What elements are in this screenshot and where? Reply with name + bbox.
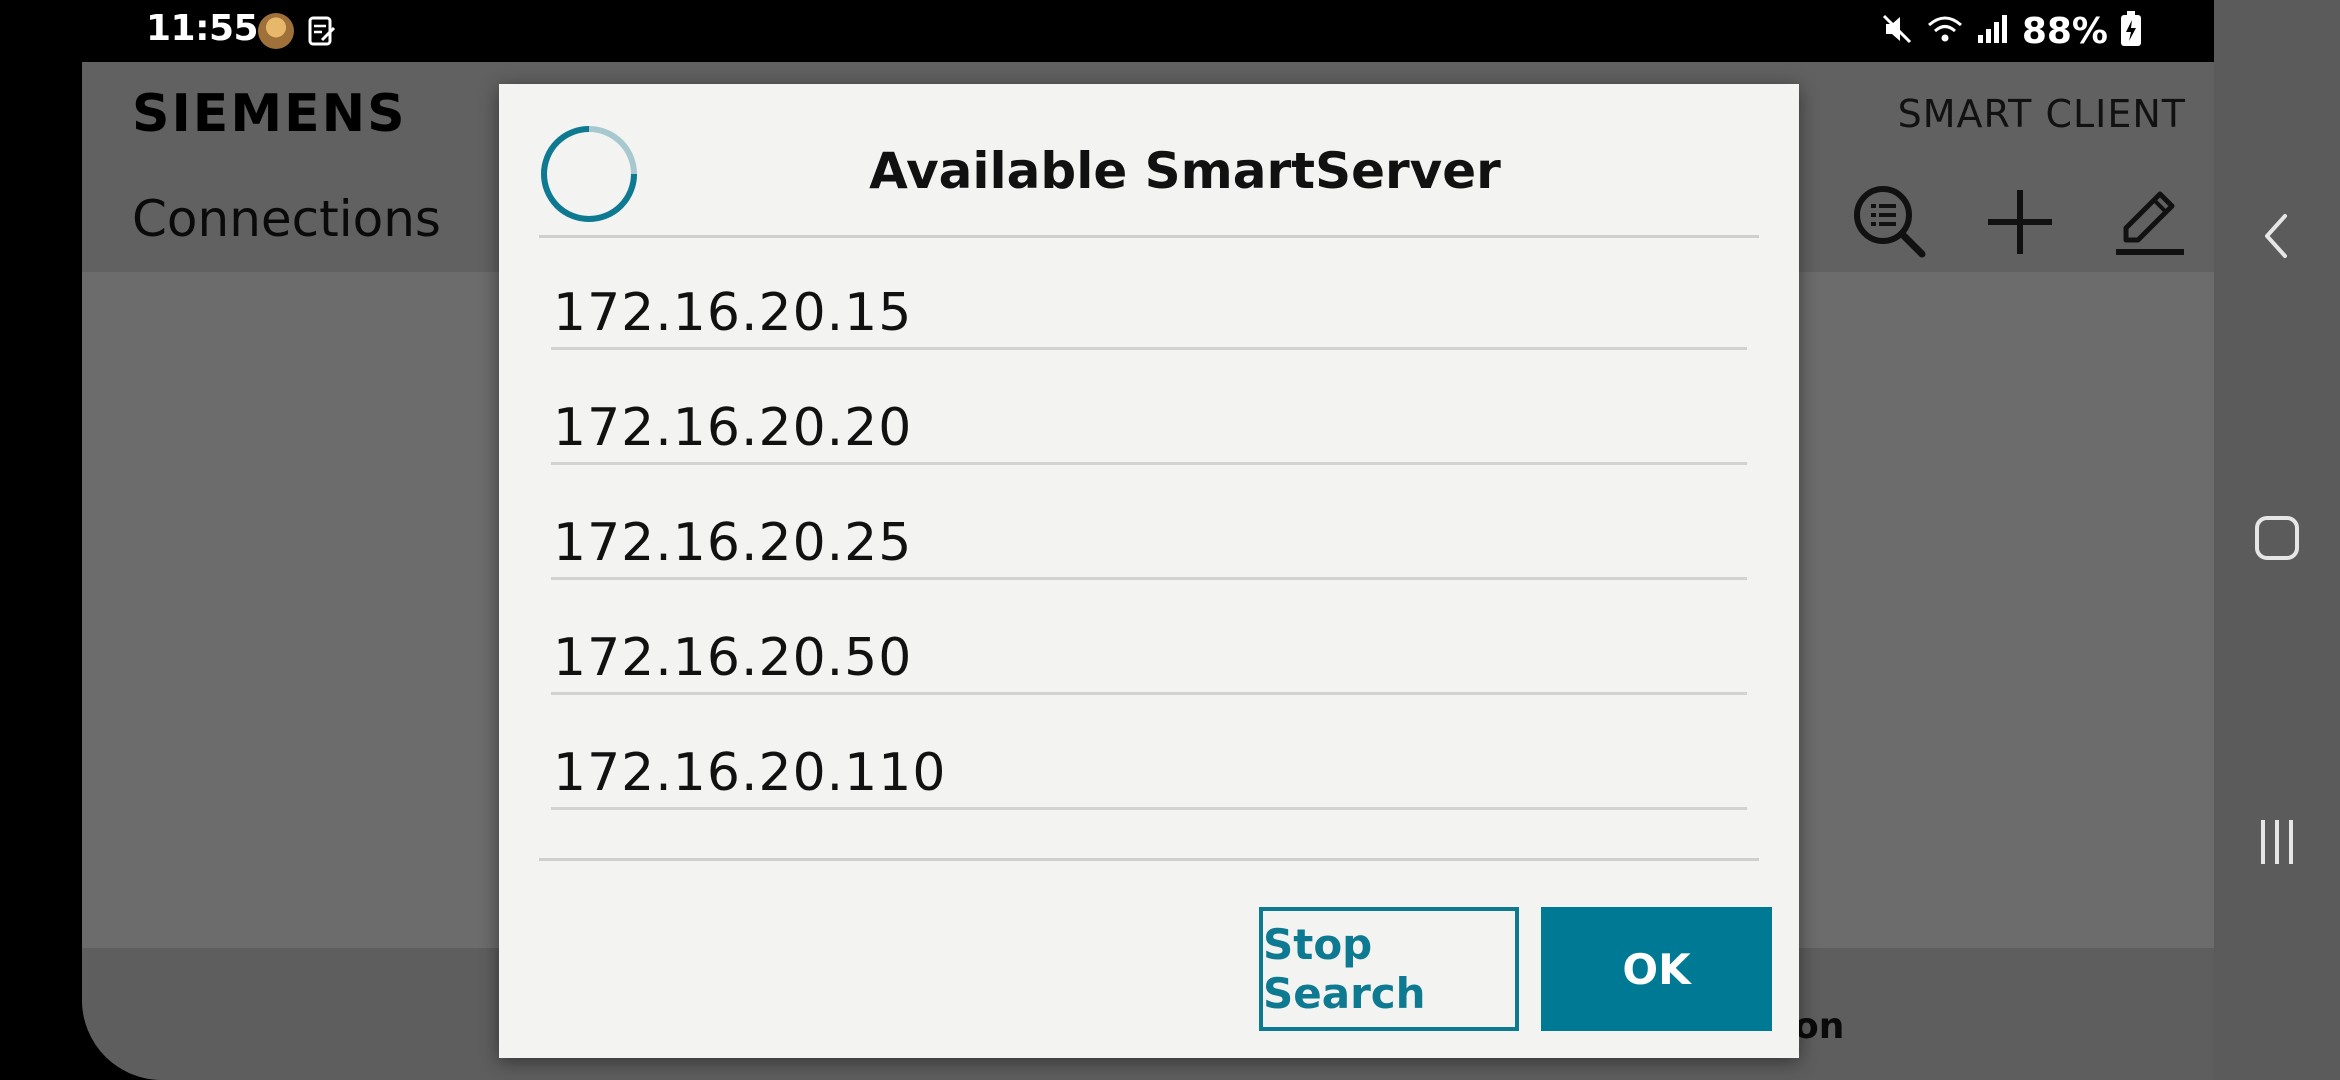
server-list: 172.16.20.15 172.16.20.20 172.16.20.25 1… [551,238,1747,813]
bottom-bar-label[interactable]: on [1794,1006,1844,1047]
divider [539,858,1759,861]
wifi-icon [1926,13,1964,49]
page-title: Connections [132,190,441,248]
mute-icon [1880,12,1914,50]
signal-icon [1976,13,2010,49]
battery-percent: 88% [2021,10,2108,52]
available-smartserver-dialog: Available SmartServer 172.16.20.15 172.1… [499,84,1799,1058]
server-address: 172.16.20.15 [553,283,913,343]
server-list-item[interactable]: 172.16.20.15 [551,238,1747,350]
product-name: SMART CLIENT [1897,92,2186,136]
server-address: 172.16.20.25 [553,513,913,573]
ok-button[interactable]: OK [1541,907,1772,1031]
brand-logo: SIEMENS [132,84,407,144]
avatar-icon [258,13,294,49]
server-address: 172.16.20.20 [553,398,913,458]
search-list-icon[interactable] [1850,182,1930,262]
recents-icon[interactable] [2214,792,2340,892]
server-list-item[interactable]: 172.16.20.20 [551,353,1747,465]
dialog-title: Available SmartServer [869,142,1501,200]
battery-charging-icon [2120,11,2142,51]
note-icon [308,16,336,46]
server-list-item[interactable]: 172.16.20.25 [551,468,1747,580]
server-list-item[interactable]: 172.16.20.110 [551,698,1747,810]
server-address: 172.16.20.110 [553,743,947,803]
stop-search-button[interactable]: Stop Search [1259,907,1519,1031]
server-address: 172.16.20.50 [553,628,913,688]
system-nav-bar [2214,0,2340,1080]
toolbar [1850,182,2190,262]
status-bar: 11:55 88% [0,0,2214,62]
home-icon[interactable] [2214,488,2340,588]
edit-icon[interactable] [2110,182,2190,262]
back-icon[interactable] [2214,186,2340,286]
server-list-item[interactable]: 172.16.20.50 [551,583,1747,695]
status-time: 11:55 [146,8,259,49]
add-icon[interactable] [1980,182,2060,262]
